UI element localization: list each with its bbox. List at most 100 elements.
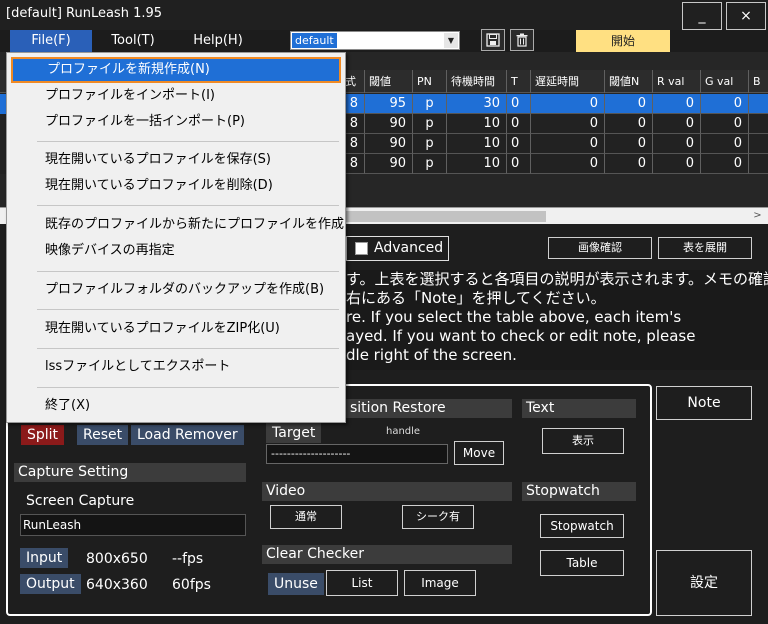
- table-cell: 0: [604, 154, 652, 174]
- trash-icon[interactable]: [510, 29, 534, 51]
- table-cell: 10: [446, 154, 506, 174]
- capture-setting-heading: Capture Setting: [14, 463, 246, 482]
- minimize-button[interactable]: _: [682, 2, 722, 30]
- menu-separator: [37, 141, 339, 142]
- table-cell: p: [412, 114, 446, 134]
- table-cell: [748, 134, 768, 154]
- table-cell: 0: [604, 94, 652, 114]
- stopwatch-table-button[interactable]: Table: [540, 550, 624, 576]
- table-cell: 90: [364, 114, 412, 134]
- profile-select[interactable]: default ▼: [290, 31, 460, 50]
- column-header: 待機時間: [446, 70, 506, 93]
- table-cell: 0: [700, 114, 748, 134]
- menu-tool[interactable]: Tool(T): [94, 30, 172, 52]
- table-cell: 0: [530, 114, 604, 134]
- menu-item-respecify-device[interactable]: 映像デバイスの再指定: [11, 238, 341, 264]
- table-cell: 10: [446, 114, 506, 134]
- table-cell: 90: [364, 154, 412, 174]
- description-line: す。上表を選択すると各項目の説明が表示されます。メモの確認、: [346, 270, 768, 288]
- position-restore-heading: sition Restore: [346, 399, 512, 418]
- description-text: す。上表を選択すると各項目の説明が表示されます。メモの確認、 右にある「Note…: [344, 270, 768, 370]
- menu-item-zip-profile[interactable]: 現在開いているプロファイルをZIP化(U): [11, 316, 341, 342]
- table-cell: 0: [530, 94, 604, 114]
- unuse-button[interactable]: Unuse: [268, 573, 324, 595]
- column-header: G val: [700, 70, 748, 93]
- table-cell: 10: [446, 134, 506, 154]
- image-check-button[interactable]: 画像確認: [548, 237, 652, 259]
- capture-window-field[interactable]: RunLeash: [20, 514, 246, 536]
- menu-item-bulk-import[interactable]: プロファイルを一括インポート(P): [11, 109, 341, 135]
- load-remover-button[interactable]: Load Remover: [131, 425, 244, 445]
- table-cell: 0: [604, 114, 652, 134]
- table-cell: 0: [506, 114, 530, 134]
- text-show-button[interactable]: 表示: [542, 428, 624, 454]
- table-cell: p: [412, 154, 446, 174]
- description-line: re. If you select the table above, each …: [346, 308, 682, 326]
- advanced-toggle[interactable]: Advanced: [346, 236, 449, 261]
- table-cell: [748, 114, 768, 134]
- input-label: Input: [20, 548, 69, 568]
- window-title: [default] RunLeash 1.95: [6, 6, 163, 21]
- menu-item-import-profile[interactable]: プロファイルをインポート(I): [11, 83, 341, 109]
- menu-item-backup-folder[interactable]: プロファイルフォルダのバックアップを作成(B): [11, 277, 341, 303]
- column-header: 遅延時間: [530, 70, 604, 93]
- menu-separator: [37, 309, 339, 310]
- input-fps: --fps: [172, 551, 204, 567]
- list-button[interactable]: List: [326, 570, 398, 596]
- file-menu-dropdown: プロファイルを新規作成(N) プロファイルをインポート(I) プロファイルを一括…: [6, 52, 346, 423]
- menu-separator: [37, 387, 339, 388]
- menu-separator: [37, 348, 339, 349]
- menu-item-delete-profile[interactable]: 現在開いているプロファイルを削除(D): [11, 173, 341, 199]
- output-resolution: 640x360: [86, 577, 148, 593]
- menu-item-create-from-existing[interactable]: 既存のプロファイルから新たにプロファイルを作成: [11, 212, 344, 238]
- video-heading: Video: [262, 482, 512, 501]
- start-button[interactable]: 開始: [576, 30, 670, 52]
- column-header: B: [748, 70, 768, 93]
- table-cell: 0: [506, 154, 530, 174]
- menu-item-new-profile[interactable]: プロファイルを新規作成(N): [11, 57, 341, 83]
- menu-item-export-lss[interactable]: lssファイルとしてエクスポート: [11, 354, 341, 380]
- column-header: 閾値: [364, 70, 412, 93]
- menu-separator: [37, 205, 339, 206]
- menu-item-exit[interactable]: 終了(X): [11, 393, 341, 419]
- description-line: 右にある「Note」を押してください。: [346, 289, 606, 307]
- close-button[interactable]: ×: [726, 2, 766, 30]
- table-cell: 0: [700, 134, 748, 154]
- column-header: PN: [412, 70, 446, 93]
- text-heading: Text: [522, 399, 636, 418]
- table-cell: 0: [652, 134, 700, 154]
- description-line: ayed. If you want to check or edit note,…: [346, 327, 696, 345]
- handle-label: handle: [386, 426, 421, 437]
- split-button[interactable]: Split: [21, 425, 65, 445]
- advanced-checkbox[interactable]: [355, 242, 368, 255]
- table-cell: 0: [652, 94, 700, 114]
- column-header: 閾値N: [604, 70, 652, 93]
- chevron-down-icon: ▼: [444, 33, 458, 48]
- clear-checker-heading: Clear Checker: [262, 545, 512, 564]
- table-cell: 0: [530, 154, 604, 174]
- table-cell: [748, 154, 768, 174]
- note-button[interactable]: Note: [656, 386, 752, 420]
- table-cell: p: [412, 134, 446, 154]
- table-cell: 0: [700, 94, 748, 114]
- table-cell: 0: [700, 154, 748, 174]
- capture-mode: Screen Capture: [26, 493, 135, 509]
- reset-button[interactable]: Reset: [77, 425, 129, 445]
- table-cell: 30: [446, 94, 506, 114]
- move-button[interactable]: Move: [454, 441, 504, 465]
- menu-item-save-profile[interactable]: 現在開いているプロファイルを保存(S): [11, 147, 341, 173]
- scrollbar-thumb[interactable]: [344, 211, 546, 222]
- image-button[interactable]: Image: [404, 570, 476, 596]
- menu-help[interactable]: Help(H): [176, 30, 260, 52]
- expand-table-button[interactable]: 表を展開: [658, 237, 752, 259]
- video-normal-button[interactable]: 通常: [270, 505, 342, 529]
- stopwatch-button[interactable]: Stopwatch: [540, 514, 624, 538]
- target-field[interactable]: --------------------: [266, 444, 448, 464]
- save-icon[interactable]: [481, 29, 505, 51]
- chevron-right-icon[interactable]: >: [749, 208, 766, 224]
- settings-button[interactable]: 設定: [656, 550, 752, 616]
- menu-file[interactable]: File(F): [10, 30, 92, 52]
- table-cell: 95: [364, 94, 412, 114]
- video-seek-button[interactable]: シーク有: [402, 505, 474, 529]
- output-fps: 60fps: [172, 577, 211, 593]
